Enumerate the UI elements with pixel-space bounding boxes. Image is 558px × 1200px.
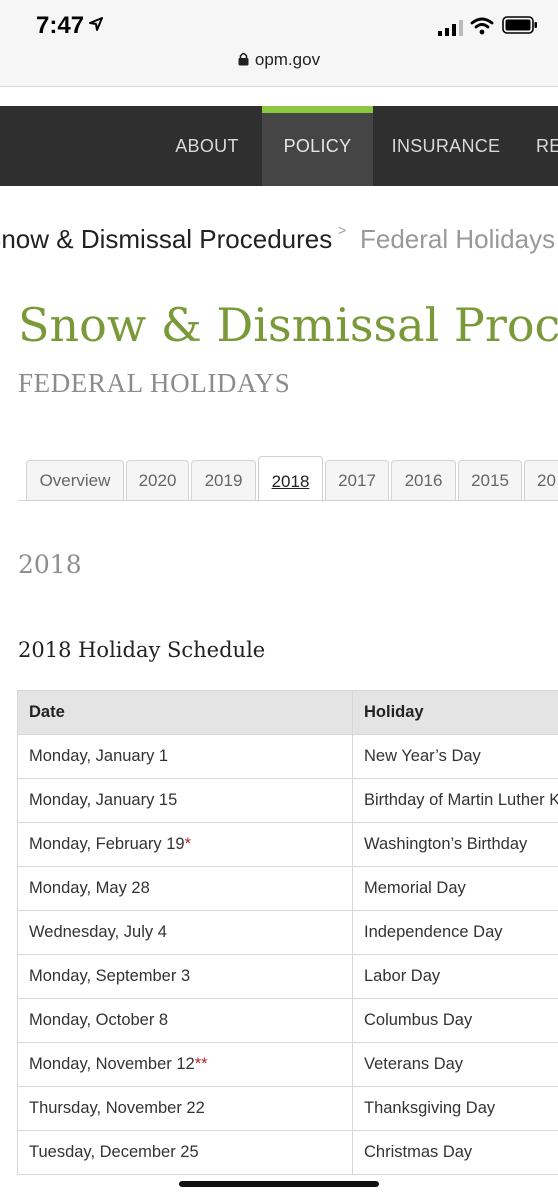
- page-title: Snow & Dismissal Procedures: [18, 298, 558, 352]
- footnote-mark[interactable]: *: [185, 835, 191, 853]
- date-cell: Monday, September 3: [17, 954, 353, 999]
- tab-2016[interactable]: 2016: [391, 460, 456, 500]
- schedule-title: 2018 Holiday Schedule: [18, 638, 266, 662]
- tab-next-year[interactable]: 20: [524, 460, 558, 500]
- date-text: Monday, January 1: [29, 747, 169, 765]
- location-arrow-icon: [89, 17, 103, 31]
- date-cell: Monday, January 15: [17, 778, 353, 823]
- table-row: Monday, January 15 Birthday of Martin Lu…: [17, 778, 558, 823]
- tab-label: 2017: [338, 471, 376, 490]
- table-row: Wednesday, July 4 Independence Day: [17, 910, 558, 955]
- column-header-date: Date: [17, 690, 353, 735]
- wifi-icon: [470, 17, 494, 35]
- table-row: Monday, November 12** Veterans Day: [17, 1042, 558, 1087]
- tab-label: Overview: [39, 471, 111, 490]
- date-cell: Thursday, November 22: [17, 1086, 353, 1131]
- tab-label: 20: [537, 471, 556, 490]
- tab-2017[interactable]: 2017: [325, 460, 389, 500]
- table-row: Tuesday, December 25 Christmas Day: [17, 1130, 558, 1175]
- date-cell: Tuesday, December 25: [17, 1130, 353, 1175]
- divider: [0, 86, 558, 87]
- page-subtitle: FEDERAL HOLIDAYS: [18, 368, 291, 398]
- holiday-cell: Columbus Day: [352, 998, 558, 1043]
- date-text: Thursday, November 22: [29, 1099, 205, 1117]
- holiday-cell: Washington’s Birthday: [352, 822, 558, 867]
- date-text: Monday, May 28: [29, 879, 150, 897]
- year-tabs: Overview 2020 2019 2018 2017 2016 2015 2…: [0, 454, 558, 502]
- footnote-mark[interactable]: **: [195, 1055, 208, 1073]
- date-text: Tuesday, December 25: [29, 1143, 199, 1161]
- date-cell: Monday, November 12**: [17, 1042, 353, 1087]
- battery-icon: [502, 16, 537, 34]
- date-text: Monday, February 19: [29, 835, 185, 853]
- holiday-cell: Thanksgiving Day: [352, 1086, 558, 1131]
- date-text: Wednesday, July 4: [29, 923, 167, 941]
- tab-overview[interactable]: Overview: [26, 460, 124, 500]
- holiday-cell: Veterans Day: [352, 1042, 558, 1087]
- holiday-cell: Memorial Day: [352, 866, 558, 911]
- tabs-divider: [18, 500, 558, 501]
- breadcrumb-parent-link[interactable]: Snow & Dismissal Procedures: [0, 224, 332, 255]
- nav-item-retirement[interactable]: RE: [536, 106, 558, 186]
- tab-label: 2019: [204, 471, 243, 490]
- year-heading: 2018: [18, 550, 82, 579]
- tab-label: 2020: [138, 471, 177, 490]
- date-cell: Monday, February 19*: [17, 822, 353, 867]
- tab-2020[interactable]: 2020: [126, 460, 189, 500]
- url-text: opm.gov: [254, 50, 321, 69]
- table-row: Monday, May 28 Memorial Day: [17, 866, 558, 911]
- column-header-holiday: Holiday: [352, 690, 558, 735]
- breadcrumb: Snow & Dismissal Procedures > Federal Ho…: [0, 222, 558, 262]
- table-row: Monday, October 8 Columbus Day: [17, 998, 558, 1043]
- cellular-signal-icon: [438, 20, 463, 36]
- date-text: Monday, October 8: [29, 1011, 169, 1029]
- date-text: Monday, November 12: [29, 1055, 195, 1073]
- table-row: Thursday, November 22 Thanksgiving Day: [17, 1086, 558, 1131]
- table-row: Monday, January 1 New Year’s Day: [17, 734, 558, 779]
- date-text: Monday, January 15: [29, 791, 178, 809]
- status-bar: 7:47 opm.gov: [0, 0, 558, 86]
- holiday-cell: Birthday of Martin Luther K: [352, 778, 558, 823]
- table-header-row: Date Holiday: [17, 690, 558, 735]
- table-row: Monday, September 3 Labor Day: [17, 954, 558, 999]
- holiday-table: Date Holiday Monday, January 1 New Year’…: [17, 690, 558, 1175]
- date-cell: Monday, May 28: [17, 866, 353, 911]
- nav-item-insurance[interactable]: INSURANCE: [384, 106, 508, 186]
- address-bar[interactable]: opm.gov: [0, 50, 558, 70]
- tab-label: 2015: [471, 471, 509, 490]
- holiday-cell: New Year’s Day: [352, 734, 558, 779]
- breadcrumb-separator: >: [338, 222, 347, 238]
- tab-2015[interactable]: 2015: [458, 460, 522, 500]
- tab-label: 2016: [404, 471, 443, 490]
- holiday-cell: Independence Day: [352, 910, 558, 955]
- tab-2019[interactable]: 2019: [191, 460, 256, 500]
- date-cell: Wednesday, July 4: [17, 910, 353, 955]
- table-row: Monday, February 19* Washington’s Birthd…: [17, 822, 558, 867]
- nav-item-policy[interactable]: POLICY: [262, 106, 373, 186]
- date-cell: Monday, January 1: [17, 734, 353, 779]
- main-nav: ABOUT POLICY INSURANCE RE: [0, 106, 558, 186]
- holiday-cell: Labor Day: [352, 954, 558, 999]
- home-indicator[interactable]: [179, 1181, 379, 1187]
- date-cell: Monday, October 8: [17, 998, 353, 1043]
- holiday-cell: Christmas Day: [352, 1130, 558, 1175]
- clock: 7:47: [36, 12, 85, 39]
- nav-item-about[interactable]: ABOUT: [160, 106, 254, 186]
- holiday-table-container: Date Holiday Monday, January 1 New Year’…: [0, 690, 558, 1176]
- lock-icon: [238, 52, 249, 66]
- date-text: Monday, September 3: [29, 967, 191, 985]
- tab-label: 2018: [271, 472, 310, 491]
- tab-2018[interactable]: 2018: [258, 456, 323, 502]
- page-title-container: Snow & Dismissal Procedures: [0, 298, 558, 364]
- breadcrumb-current: Federal Holidays: [360, 224, 556, 254]
